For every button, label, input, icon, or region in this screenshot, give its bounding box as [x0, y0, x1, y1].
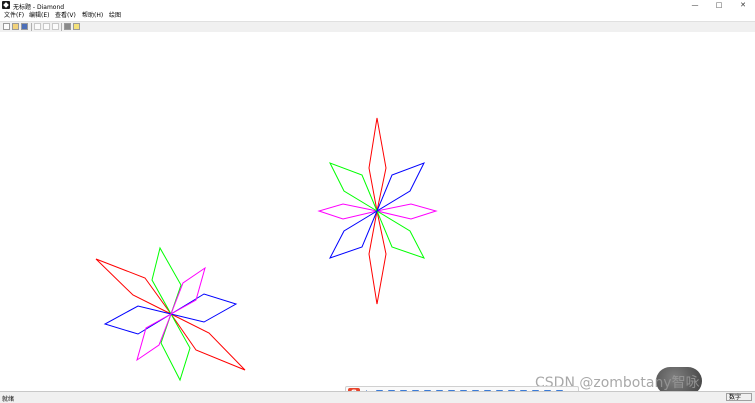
magenta-diamond-upright: [170, 266, 206, 315]
menu-file[interactable]: 文件(F): [3, 12, 25, 20]
diamond-drawing: [95, 117, 438, 382]
window-title: 无标题 - Diamond: [13, 4, 65, 11]
open-icon[interactable]: [12, 23, 19, 30]
print-icon[interactable]: [64, 23, 71, 30]
menu-draw[interactable]: 绘图: [108, 12, 122, 20]
green-diamond-up: [151, 246, 182, 315]
copy-icon[interactable]: [43, 23, 50, 30]
menu-view[interactable]: 查看(V): [54, 12, 77, 20]
help-icon[interactable]: [73, 23, 80, 30]
close-button[interactable]: ✕: [731, 0, 755, 11]
cut-icon[interactable]: [34, 23, 41, 30]
toolbar-separator: [31, 23, 32, 31]
green-diamond-down: [160, 313, 191, 382]
menu-help[interactable]: 帮助(H): [81, 12, 104, 20]
red-diamond-downright: [170, 313, 246, 371]
new-icon[interactable]: [3, 23, 10, 30]
status-bar: 就绪 数字: [0, 391, 755, 403]
minimize-button[interactable]: —: [683, 0, 707, 11]
drawing-canvas[interactable]: [0, 32, 755, 391]
blue-diamond-upright: [376, 162, 426, 212]
paste-icon[interactable]: [52, 23, 59, 30]
num-lock-indicator: 数字: [726, 393, 752, 401]
green-diamond-downright: [376, 210, 426, 259]
rotated-star: [95, 246, 246, 382]
app-icon[interactable]: [2, 1, 10, 9]
red-diamond-upleft: [95, 258, 172, 315]
save-icon[interactable]: [21, 23, 28, 30]
maximize-button[interactable]: □: [707, 0, 731, 11]
toolbar-separator: [61, 23, 62, 31]
upright-star: [317, 117, 438, 305]
menu-bar: 文件(F) 编辑(E) 查看(V) 帮助(H) 绘图: [0, 11, 755, 21]
green-diamond-upleft: [328, 162, 378, 212]
menu-edit[interactable]: 编辑(E): [28, 12, 50, 20]
